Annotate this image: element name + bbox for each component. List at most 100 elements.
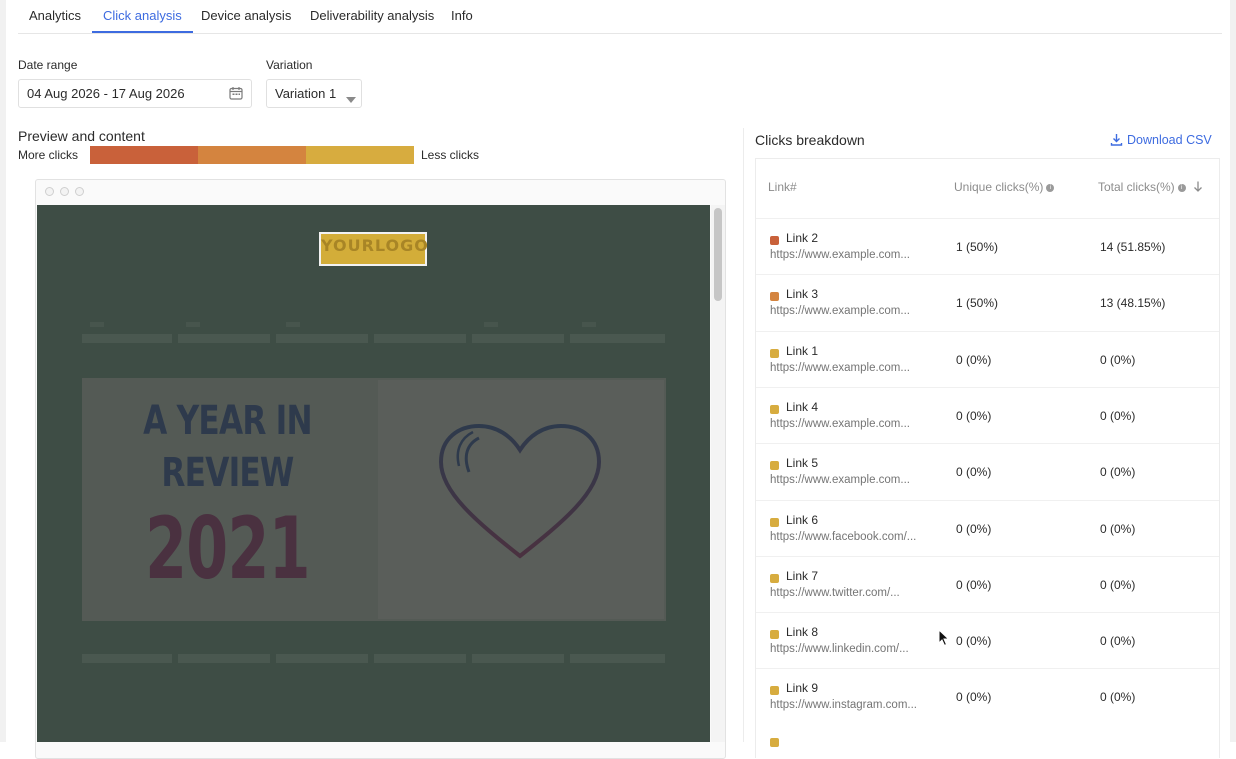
pane-divider bbox=[743, 128, 744, 742]
link-color-swatch bbox=[770, 517, 779, 527]
link-url[interactable]: https://www.example.com... bbox=[770, 305, 910, 317]
table-row[interactable]: Link 3 https://www.example.com... 1 (50%) 1… bbox=[756, 274, 1219, 330]
link-color-swatch bbox=[770, 573, 779, 583]
total-clicks-value: 0 (0%) bbox=[1100, 521, 1136, 536]
link-url[interactable]: https://www.example.com... bbox=[770, 418, 910, 430]
info-icon[interactable]: i bbox=[1177, 183, 1186, 192]
total-clicks-value: 13 (48.15%) bbox=[1100, 296, 1166, 311]
column-link[interactable]: Link# bbox=[768, 180, 797, 194]
link-color-swatch bbox=[770, 292, 779, 302]
table-row[interactable]: Link 8 https://www.linkedin.com/... 0 (0%)… bbox=[756, 612, 1219, 668]
breakdown-title: Clicks breakdown bbox=[755, 132, 865, 148]
total-clicks-value: 14 (51.85%) bbox=[1100, 240, 1166, 254]
footer-link-area[interactable] bbox=[570, 654, 665, 663]
unique-clicks-value: 0 (0%) bbox=[956, 352, 992, 367]
variation-select[interactable]: Variation 1 bbox=[266, 79, 362, 108]
nav-placeholder bbox=[186, 322, 200, 327]
variation-value: Variation 1 bbox=[275, 86, 337, 101]
link-url[interactable]: https://www.twitter.com/... bbox=[770, 587, 900, 599]
link-url[interactable]: https://www.linkedin.com/... bbox=[770, 643, 909, 655]
download-csv-button[interactable]: Download CSV bbox=[1110, 133, 1212, 147]
column-unique-clicks[interactable]: Unique clicks(%) i bbox=[954, 180, 1055, 194]
chevron-down-icon bbox=[346, 91, 356, 106]
tab-info[interactable]: Info bbox=[451, 0, 473, 33]
total-clicks-value: 0 (0%) bbox=[1100, 690, 1136, 705]
legend-high bbox=[90, 146, 198, 164]
column-total-clicks[interactable]: Total clicks(%) i bbox=[1098, 180, 1203, 194]
date-range-picker[interactable]: 04 Aug 2026 - 17 Aug 2026 bbox=[18, 79, 252, 108]
link-name: Link 9 bbox=[786, 681, 819, 696]
table-row[interactable]: Link 1 https://www.example.com... 0 (0%) 0 … bbox=[756, 330, 1219, 387]
link-color-swatch bbox=[770, 738, 779, 747]
window-dot bbox=[60, 187, 69, 196]
link-url[interactable]: https://www.example.com... bbox=[770, 362, 910, 374]
sort-arrow-down-icon[interactable] bbox=[1193, 181, 1203, 192]
column-total-label: Total clicks(%) bbox=[1098, 180, 1175, 194]
table-row[interactable]: Link 5 https://www.example.com... 0 (0%) 0 … bbox=[756, 443, 1219, 499]
link-url[interactable]: https://www.example.com... bbox=[770, 474, 910, 486]
footer-link-area[interactable] bbox=[276, 654, 368, 663]
link-color-swatch bbox=[770, 236, 779, 245]
tab-click-analysis[interactable]: Click analysis bbox=[92, 0, 193, 33]
link-name: Link 3 bbox=[786, 287, 819, 302]
hero-headline-1: A YEAR IN bbox=[143, 398, 312, 444]
preview-scroll-thumb[interactable] bbox=[714, 208, 722, 301]
nav-placeholder bbox=[484, 322, 498, 327]
right-gutter bbox=[1230, 0, 1236, 742]
nav-link-area[interactable] bbox=[570, 334, 665, 343]
link-url[interactable]: https://www.facebook.com/... bbox=[770, 531, 916, 543]
date-range-value: 04 Aug 2026 - 17 Aug 2026 bbox=[27, 86, 185, 101]
unique-clicks-value: 0 (0%) bbox=[956, 465, 992, 480]
table-row[interactable]: Link 7 https://www.twitter.com/... 0 (0%) 0… bbox=[756, 555, 1219, 612]
link-url[interactable]: https://www.example.com... bbox=[770, 249, 910, 261]
nav-link-area[interactable] bbox=[276, 334, 368, 343]
download-icon bbox=[1110, 134, 1123, 146]
nav-placeholder bbox=[90, 322, 104, 327]
link-color-swatch bbox=[770, 348, 779, 358]
window-dot bbox=[75, 187, 84, 196]
link-url[interactable]: https://www.instagram.com... bbox=[770, 699, 917, 711]
info-icon[interactable]: i bbox=[1046, 183, 1055, 192]
nav-link-area[interactable] bbox=[82, 334, 172, 343]
date-range-label: Date range bbox=[18, 58, 78, 72]
email-logo[interactable]: YOURLOGO bbox=[319, 232, 428, 266]
table-row[interactable]: Link 6 https://www.facebook.com/... 0 (0%)… bbox=[756, 499, 1219, 556]
preview-title: Preview and content bbox=[18, 128, 145, 144]
legend-less-label: Less clicks bbox=[421, 148, 480, 162]
calendar-icon[interactable] bbox=[229, 86, 243, 103]
table-row[interactable]: Link 2 https://www.example.com... 1 (50%) 1… bbox=[756, 218, 1219, 274]
unique-clicks-value: 0 (0%) bbox=[956, 634, 992, 649]
window-dot bbox=[45, 187, 54, 196]
tab-device-analysis[interactable]: Device analysis bbox=[201, 0, 291, 33]
mouse-cursor-icon bbox=[938, 628, 950, 652]
nav-link-area[interactable] bbox=[472, 334, 564, 343]
legend-medium bbox=[198, 146, 306, 164]
unique-clicks-value: 1 (50%) bbox=[956, 296, 999, 311]
nav-placeholder bbox=[582, 322, 596, 327]
unique-clicks-value: 0 (0%) bbox=[956, 577, 992, 592]
link-name: Link 1 bbox=[786, 343, 819, 358]
nav-link-area[interactable] bbox=[374, 334, 466, 343]
total-clicks-value: 0 (0%) bbox=[1100, 634, 1136, 649]
left-gutter bbox=[0, 0, 6, 742]
variation-label: Variation bbox=[266, 58, 313, 72]
link-name: Link 4 bbox=[786, 399, 819, 414]
unique-clicks-value: 0 (0%) bbox=[956, 690, 992, 705]
footer-link-area[interactable] bbox=[82, 654, 172, 663]
footer-link-area[interactable] bbox=[178, 654, 270, 663]
download-csv-label: Download CSV bbox=[1127, 133, 1212, 147]
footer-link-area[interactable] bbox=[472, 654, 564, 663]
table-row[interactable]: Link 4 https://www.example.com... 0 (0%) 0 … bbox=[756, 386, 1219, 443]
link-color-swatch bbox=[770, 630, 779, 640]
total-clicks-value: 0 (0%) bbox=[1100, 465, 1136, 480]
nav-link-area[interactable] bbox=[178, 334, 270, 343]
total-clicks-value: 0 (0%) bbox=[1100, 577, 1136, 592]
table-row[interactable]: Link 9 https://www.instagram.com... 0 (0%)… bbox=[756, 668, 1219, 724]
link-name: Link 5 bbox=[786, 456, 819, 471]
link-color-swatch bbox=[770, 404, 779, 414]
footer-link-area[interactable] bbox=[374, 654, 466, 663]
unique-clicks-value: 1 (50%) bbox=[956, 240, 999, 254]
tab-analytics[interactable]: Analytics bbox=[29, 0, 81, 33]
tab-deliverability-analysis[interactable]: Deliverability analysis bbox=[310, 0, 434, 33]
legend-more-label: More clicks bbox=[18, 148, 79, 162]
